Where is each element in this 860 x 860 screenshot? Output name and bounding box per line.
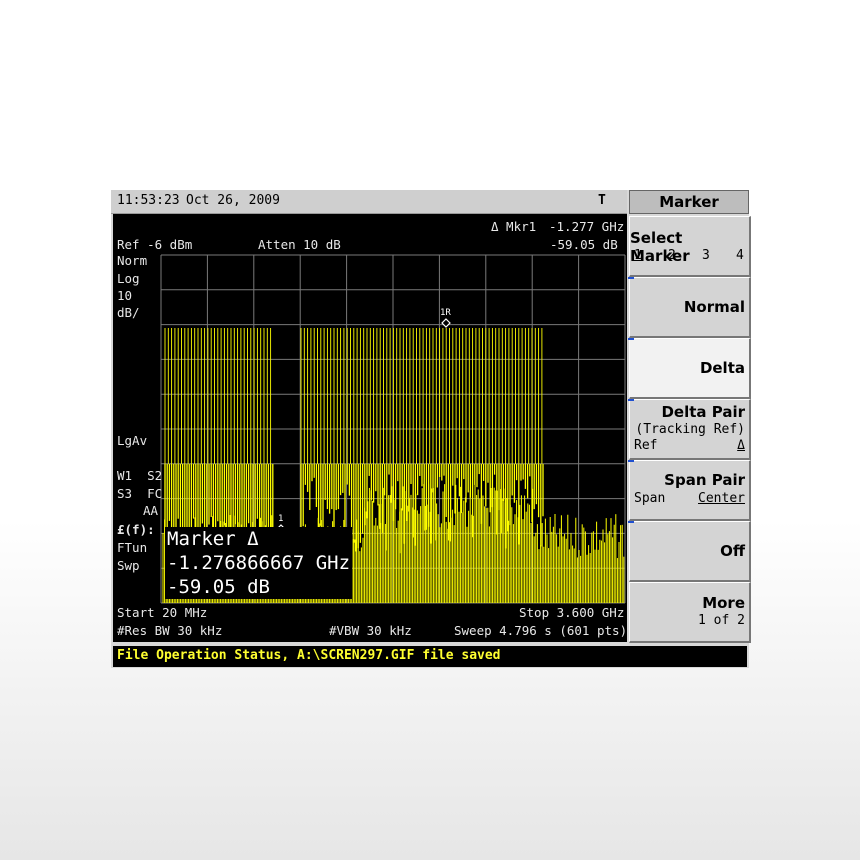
vbw: #VBW 30 kHz bbox=[329, 623, 412, 638]
scale-unit: dB/ bbox=[117, 305, 140, 320]
reference-marker bbox=[441, 318, 451, 328]
reference-marker-label: 1R bbox=[440, 308, 451, 318]
softkey-menu: Marker Select Marker 1 2 3 4 Normal Delt… bbox=[628, 190, 751, 644]
span-pair-left: Span bbox=[634, 491, 666, 506]
scale-value: 10 bbox=[117, 288, 133, 303]
date: Oct 26, 2009 bbox=[186, 193, 280, 208]
ftun-label: FTun bbox=[117, 540, 148, 555]
select-marker-label: Select Marker bbox=[630, 229, 690, 265]
span-pair-key[interactable]: Span Pair Span Center bbox=[628, 460, 751, 521]
marker-option-1: 1 bbox=[634, 248, 642, 263]
norm-label: Norm bbox=[117, 253, 148, 268]
delta-label: Delta bbox=[699, 359, 745, 377]
marker-box-level: -59.05 dB bbox=[165, 575, 353, 599]
marker-info-box: Marker Δ -1.276866667 GHz -59.05 dB bbox=[165, 527, 353, 599]
start-freq: Start 20 MHz bbox=[117, 605, 208, 620]
off-key[interactable]: Off bbox=[628, 521, 751, 582]
status-text: File Operation Status, A:\SCREN297.GIF f… bbox=[117, 648, 501, 663]
span-pair-right: Center bbox=[698, 491, 745, 506]
off-label: Off bbox=[720, 542, 745, 560]
aa-label: AA bbox=[143, 503, 159, 518]
key-indicator bbox=[628, 399, 634, 401]
more-sub: 1 of 2 bbox=[698, 613, 745, 628]
lgav-label: LgAv bbox=[117, 433, 148, 448]
marker-box-title: Marker Δ bbox=[165, 527, 353, 551]
normal-label: Normal bbox=[683, 298, 745, 316]
delta-pair-left: Ref bbox=[634, 438, 658, 453]
clock-time: 11:53:23 bbox=[117, 193, 180, 208]
key-indicator bbox=[628, 338, 634, 340]
stop-freq: Stop 3.600 GHz bbox=[519, 605, 625, 620]
delta-pair-key[interactable]: Delta Pair (Tracking Ref) Ref Δ bbox=[628, 399, 751, 460]
spectrum-display: 1R 1 Δ Mkr1 -1.277 GHz -59.05 dB Ref -6 d… bbox=[113, 214, 627, 642]
marker-option-3: 3 bbox=[702, 248, 710, 263]
marker-box-freq: -1.276866667 GHz bbox=[165, 551, 353, 575]
delta-pair-sub: (Tracking Ref) bbox=[635, 422, 745, 437]
attenuation: Atten 10 dB bbox=[258, 237, 341, 252]
key-indicator bbox=[628, 277, 634, 279]
key-indicator bbox=[628, 460, 634, 462]
swp-label: Swp bbox=[117, 558, 140, 573]
more-key[interactable]: More 1 of 2 bbox=[629, 582, 751, 643]
delta-pair-label: Delta Pair bbox=[661, 403, 745, 421]
delta-key[interactable]: Delta bbox=[628, 338, 751, 399]
w1s2-label: W1 S2 bbox=[117, 468, 163, 483]
more-label: More bbox=[702, 594, 745, 612]
status-bar: File Operation Status, A:\SCREN297.GIF f… bbox=[113, 646, 747, 667]
ref-level: Ref -6 dBm bbox=[117, 237, 193, 252]
key-indicator bbox=[628, 521, 634, 523]
log-label: Log bbox=[117, 271, 140, 286]
span-pair-label: Span Pair bbox=[664, 471, 745, 489]
marker-option-4: 4 bbox=[736, 248, 744, 263]
menu-title: Marker bbox=[629, 190, 749, 214]
marker-readout-level: -59.05 dB bbox=[550, 237, 618, 252]
trigger-indicator: T bbox=[598, 193, 606, 208]
marker-option-2: 2 bbox=[668, 248, 676, 263]
normal-key[interactable]: Normal bbox=[628, 277, 751, 338]
marker-readout-freq: -1.277 GHz bbox=[549, 219, 625, 234]
sweep: Sweep 4.796 s (601 pts) bbox=[454, 623, 627, 638]
marker-readout-label: Δ Mkr1 bbox=[491, 219, 537, 234]
s3fc-label: S3 FC bbox=[117, 486, 163, 501]
delta-pair-right: Δ bbox=[737, 438, 745, 453]
delta-marker-label: 1 bbox=[278, 514, 283, 524]
select-marker-key[interactable]: Select Marker 1 2 3 4 bbox=[629, 216, 751, 277]
header-bar: 11:53:23 Oct 26, 2009 T bbox=[111, 190, 627, 214]
rbw: #Res BW 30 kHz bbox=[117, 623, 223, 638]
ff-label: £(f): bbox=[117, 522, 155, 537]
